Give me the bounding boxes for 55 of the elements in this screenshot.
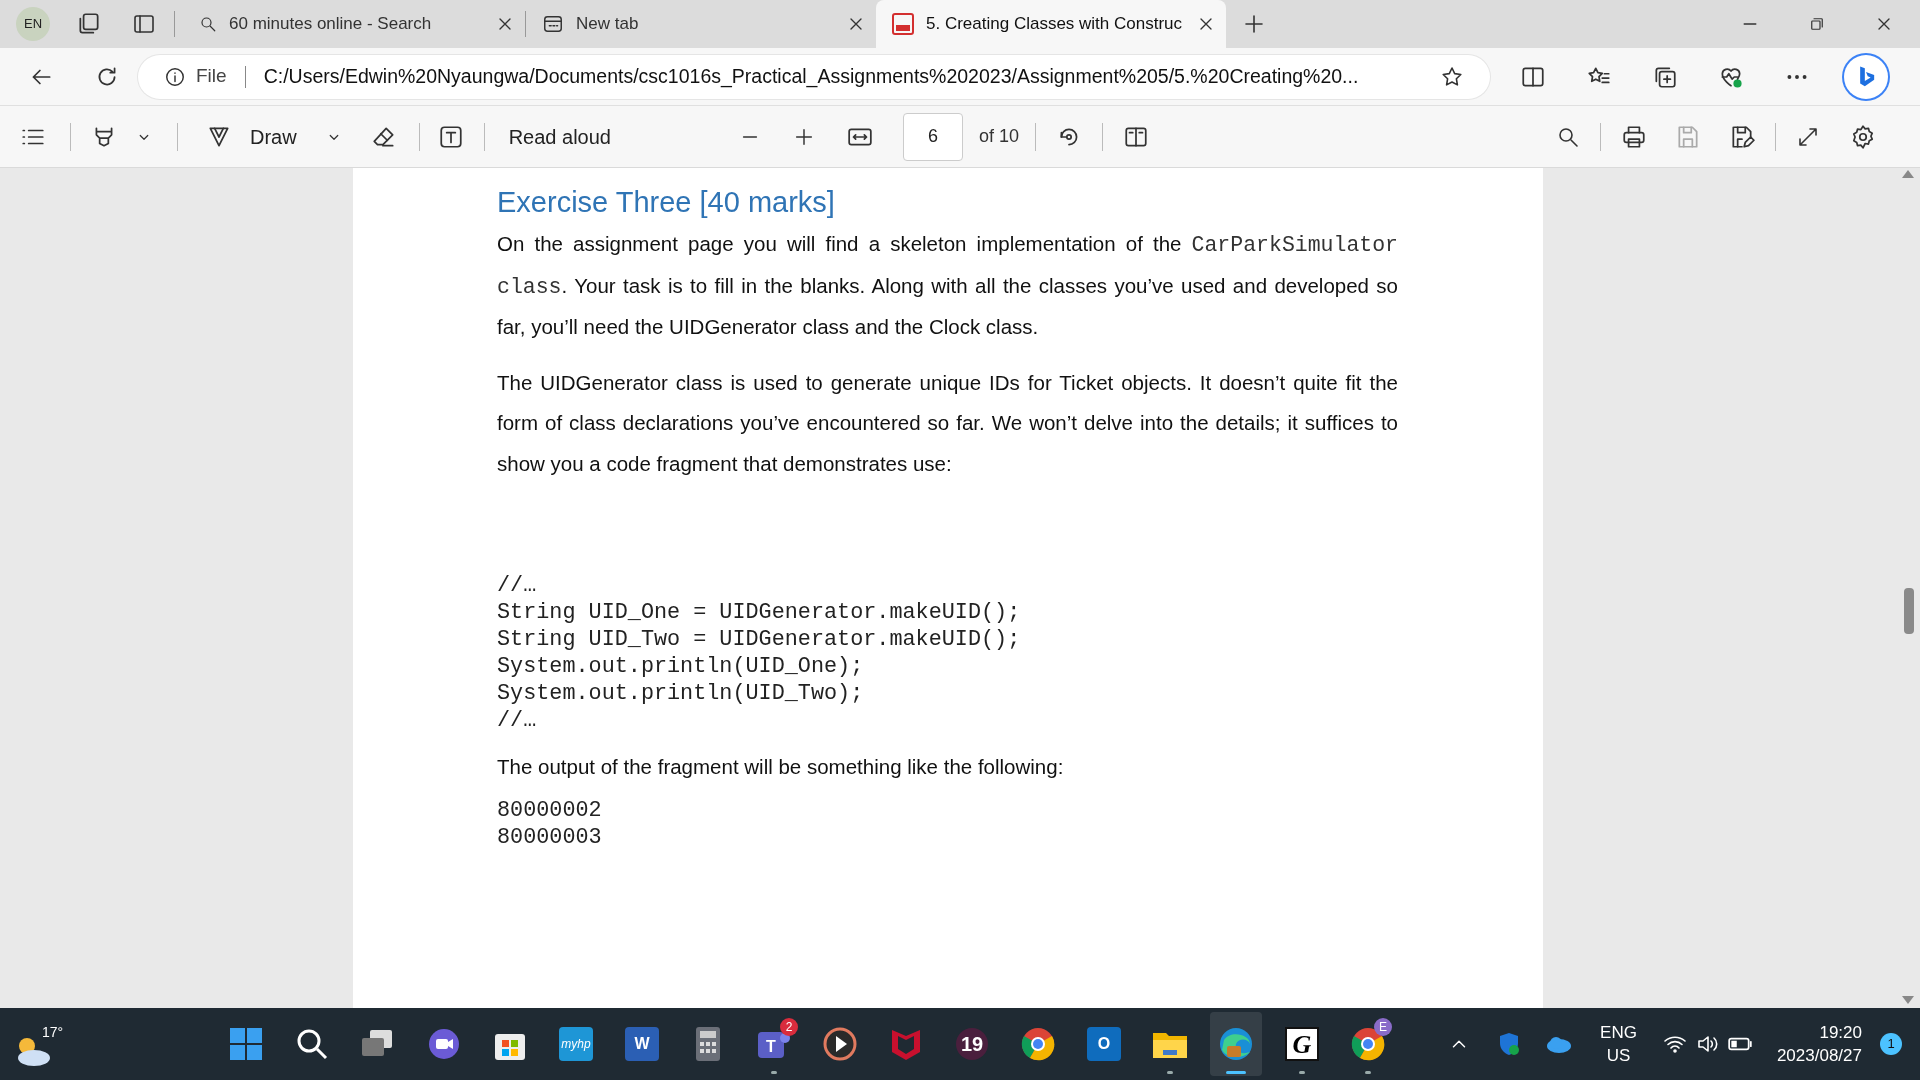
taskbar-app[interactable]: W — [616, 1012, 668, 1076]
url-text: C:/Users/Edwin%20Nyaungwa/Documents/csc1016s_Practical_Assignments%202023/Assignment%205/5.%20Creating%20... — [263, 63, 1360, 90]
page-number-field[interactable]: 6 — [903, 112, 963, 161]
app-glyph: W — [634, 1034, 650, 1054]
badge: 2 — [780, 1018, 798, 1036]
profile-avatar[interactable]: EN — [16, 7, 50, 41]
copilot-icon[interactable] — [1844, 54, 1888, 99]
input-language-button[interactable]: ENG US — [1600, 1021, 1637, 1067]
app-glyph: 19 — [960, 1032, 984, 1057]
browser-tab[interactable]: New tab — [526, 0, 876, 48]
temperature: 17° — [42, 1023, 64, 1042]
save-as-icon[interactable] — [1729, 123, 1755, 150]
section-heading: Exercise Three [40 marks] — [497, 185, 836, 220]
notification-badge[interactable]: 1 — [1880, 1033, 1902, 1055]
paragraph: The UIDGenerator class is used to generate unique IDs for Ticket objects. It doesn’t quite fit the form of class declarations you’ve encountered so far. We won’t delve into the details; it suffices to show you a code fragment that demonstrates use: — [497, 369, 1398, 477]
badge: E — [1374, 1018, 1392, 1036]
browser-tab[interactable]: 5. Creating Classes with Construc — [876, 0, 1226, 48]
app-glyph: T — [766, 1037, 776, 1057]
tab-title: New tab — [576, 13, 640, 36]
app-glyph: O — [1097, 1034, 1111, 1054]
info-icon — [164, 65, 186, 88]
app-glyph: G — [1292, 1028, 1312, 1061]
app-glyph: myhp — [561, 1036, 591, 1053]
print-icon[interactable] — [1621, 123, 1647, 150]
taskbar-app[interactable]: 19 — [946, 1012, 998, 1076]
taskbar-app[interactable]: T 2 — [748, 1012, 800, 1076]
url-scheme: File — [196, 64, 227, 89]
paragraph: On the assignment page you will find a skeleton implementation of the CarParkSimulator class. Your task is to fill in the blanks. Along with all the classes you’ve used and developed so far, you’ll need the UIDGenerator class and the Clock class. — [497, 231, 1398, 340]
output-text: 80000002 80000003 — [497, 796, 602, 851]
code-text: //… String UID_One = UIDGenerator.makeUID(); String UID_Two = UIDGenerator.makeUID(); System.out.println(UID_One); System.out.println(UID_Two); //… — [497, 572, 1021, 734]
tab-actions-icon[interactable] — [132, 12, 156, 36]
tab-title: 5. Creating Classes with Construc — [926, 13, 1184, 36]
taskbar-app[interactable]: G — [1276, 1012, 1328, 1076]
workspaces-icon[interactable] — [76, 11, 102, 37]
new-tab-icon — [542, 13, 564, 35]
pdf-file-icon — [892, 13, 914, 35]
new-tab-icon[interactable] — [1242, 12, 1266, 36]
browser-tab[interactable]: 60 minutes online - Search — [175, 0, 525, 48]
draw-button[interactable]: Draw — [250, 121, 297, 152]
taskbar-app[interactable]: O — [1078, 1012, 1130, 1076]
favorite-star-icon[interactable] — [1440, 64, 1464, 89]
text-box-icon[interactable] — [437, 123, 464, 150]
settings-icon[interactable] — [1850, 123, 1876, 150]
page-count: of 10 — [979, 125, 1020, 148]
clock-button[interactable]: 19:20 2023/08/27 — [1776, 1021, 1862, 1067]
scrollbar-thumb[interactable] — [1904, 588, 1914, 634]
restore-icon[interactable] — [1808, 15, 1826, 33]
taskbar-app[interactable]: E — [1342, 1012, 1394, 1076]
cloud-icon[interactable] — [1544, 1034, 1573, 1054]
address-field[interactable]: File C:/Users/Edwin%20Nyaungwa/Documents/csc1016s_Practical_Assignments%202023/Assignment%205/5.%20Creating%20... — [138, 54, 1490, 99]
search-icon — [199, 15, 217, 33]
tab-title: 60 minutes online - Search — [229, 13, 433, 36]
read-aloud-button[interactable]: Read aloud — [508, 121, 611, 152]
scroll-up-icon[interactable] — [1902, 170, 1914, 178]
paragraph: The output of the fragment will be something like the following: — [497, 754, 1065, 780]
